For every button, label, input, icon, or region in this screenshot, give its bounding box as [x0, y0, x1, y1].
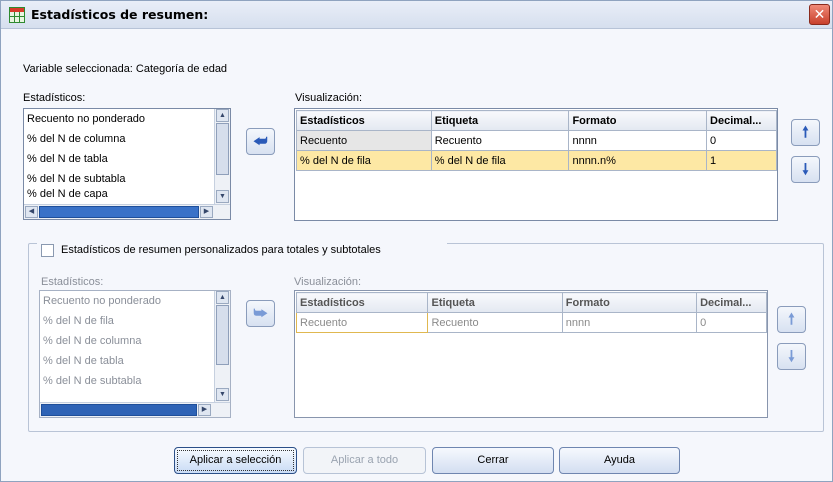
custom-move-down-button[interactable]: 🠗	[777, 343, 806, 370]
arrow-right-icon: ⮩	[253, 305, 268, 322]
close-label: Cerrar	[477, 454, 509, 466]
list-item[interactable]: Recuento no ponderado	[40, 291, 230, 311]
table-row[interactable]: Recuento Recuento nnnn 0	[295, 312, 767, 333]
custom-statistics-list[interactable]: Recuento no ponderado % del N de fila % …	[39, 290, 231, 418]
vertical-scrollbar[interactable]: ▲ ▼	[214, 109, 230, 205]
column-header[interactable]: Formato	[568, 110, 708, 131]
apply-selection-button[interactable]: Aplicar a selección	[174, 447, 297, 474]
custom-display-grid[interactable]: Estadísticos Etiqueta Formato Decimal...…	[294, 290, 768, 418]
table-cell[interactable]: % del N de fila	[296, 150, 432, 171]
scroll-thumb[interactable]	[39, 206, 199, 218]
custom-display-label: Visualización:	[294, 276, 362, 288]
title-bar: Estadísticos de resumen: ✕	[1, 1, 832, 29]
display-grid[interactable]: Estadísticos Etiqueta Formato Decimal...…	[294, 108, 778, 221]
help-label: Ayuda	[604, 454, 635, 466]
column-header[interactable]: Decimal...	[696, 292, 767, 313]
list-item[interactable]: % del N de columna	[40, 331, 230, 351]
horizontal-scrollbar[interactable]: ◀ ▶	[24, 204, 230, 219]
custom-summary-checkbox[interactable]	[41, 244, 54, 257]
column-header[interactable]: Estadísticos	[295, 292, 429, 313]
table-cell[interactable]: 0	[706, 130, 777, 151]
table-cell[interactable]: nnnn.n%	[568, 150, 708, 171]
move-up-button[interactable]: 🠕	[791, 119, 820, 146]
list-item[interactable]: % del N de capa	[24, 189, 230, 199]
apply-all-label: Aplicar a todo	[330, 454, 399, 466]
table-icon	[9, 7, 25, 23]
scroll-up-icon[interactable]: ▲	[216, 109, 229, 122]
column-header[interactable]: Formato	[561, 292, 698, 313]
arrow-up-icon: 🠕	[802, 124, 809, 141]
apply-all-button[interactable]: Aplicar a todo	[303, 447, 426, 474]
list-item[interactable]: % del N de columna	[24, 129, 230, 149]
custom-move-up-button[interactable]: 🠕	[777, 306, 806, 333]
table-cell[interactable]: nnnn	[561, 312, 698, 333]
list-item[interactable]: % del N de tabla	[40, 351, 230, 371]
column-header[interactable]: Estadísticos	[296, 110, 432, 131]
statistics-list[interactable]: Recuento no ponderado % del N de columna…	[23, 108, 231, 220]
grid-header-row: Estadísticos Etiqueta Formato Decimal...	[296, 110, 777, 131]
list-item[interactable]: Recuento no ponderado	[24, 109, 230, 129]
summary-statistics-dialog: Estadísticos de resumen: ✕ Variable sele…	[0, 0, 833, 482]
scroll-up-icon[interactable]: ▲	[216, 291, 229, 304]
move-left-button[interactable]: ⮨	[246, 128, 275, 155]
list-item[interactable]: % del N de tabla	[24, 149, 230, 169]
scroll-thumb[interactable]	[216, 305, 229, 365]
statistics-label: Estadísticos:	[23, 92, 86, 104]
column-header[interactable]: Decimal...	[706, 110, 777, 131]
grid-header-row: Estadísticos Etiqueta Formato Decimal...	[295, 292, 767, 313]
window-title: Estadísticos de resumen:	[31, 7, 209, 22]
arrow-down-icon: 🠗	[788, 348, 795, 365]
scroll-right-icon[interactable]: ▶	[200, 206, 213, 218]
column-header[interactable]: Etiqueta	[427, 292, 563, 313]
scroll-down-icon[interactable]: ▼	[216, 388, 229, 401]
scroll-thumb[interactable]	[216, 123, 229, 175]
table-row[interactable]: Recuento Recuento nnnn 0	[296, 130, 777, 151]
close-icon[interactable]: ✕	[809, 4, 830, 25]
close-button[interactable]: Cerrar	[432, 447, 554, 474]
custom-move-right-button[interactable]: ⮩	[246, 300, 275, 327]
display-label: Visualización:	[295, 92, 363, 104]
table-cell[interactable]: % del N de fila	[430, 150, 570, 171]
table-cell[interactable]: 0	[696, 312, 767, 333]
custom-summary-checkbox-label[interactable]: Estadísticos de resumen personalizados p…	[61, 244, 381, 256]
arrow-down-icon: 🠗	[802, 161, 809, 178]
move-down-button[interactable]: 🠗	[791, 156, 820, 183]
selected-variable-text: Variable seleccionada: Categoría de edad	[23, 63, 228, 75]
list-item[interactable]: % del N de fila	[40, 311, 230, 331]
table-cell[interactable]: nnnn	[568, 130, 708, 151]
table-cell[interactable]: Recuento	[296, 130, 432, 151]
vertical-scrollbar[interactable]: ▲ ▼	[214, 291, 230, 403]
help-button[interactable]: Ayuda	[559, 447, 680, 474]
scroll-left-icon[interactable]: ◀	[25, 206, 38, 218]
custom-statistics-label: Estadísticos:	[41, 276, 104, 288]
list-item[interactable]: % del N de subtabla	[24, 169, 230, 189]
column-header[interactable]: Etiqueta	[430, 110, 570, 131]
arrow-up-icon: 🠕	[788, 311, 795, 328]
table-cell[interactable]: Recuento	[430, 130, 570, 151]
table-row[interactable]: % del N de fila % del N de fila nnnn.n% …	[296, 150, 777, 171]
table-cell[interactable]: 1	[706, 150, 777, 171]
horizontal-scrollbar[interactable]: ▶	[40, 402, 230, 417]
list-item[interactable]: % del N de subtabla	[40, 371, 230, 391]
table-cell[interactable]: Recuento	[427, 312, 563, 333]
table-cell[interactable]: Recuento	[295, 312, 429, 333]
scroll-right-icon[interactable]: ▶	[198, 404, 211, 416]
scroll-thumb[interactable]	[41, 404, 197, 416]
arrow-left-icon: ⮨	[253, 133, 268, 150]
scroll-down-icon[interactable]: ▼	[216, 190, 229, 203]
